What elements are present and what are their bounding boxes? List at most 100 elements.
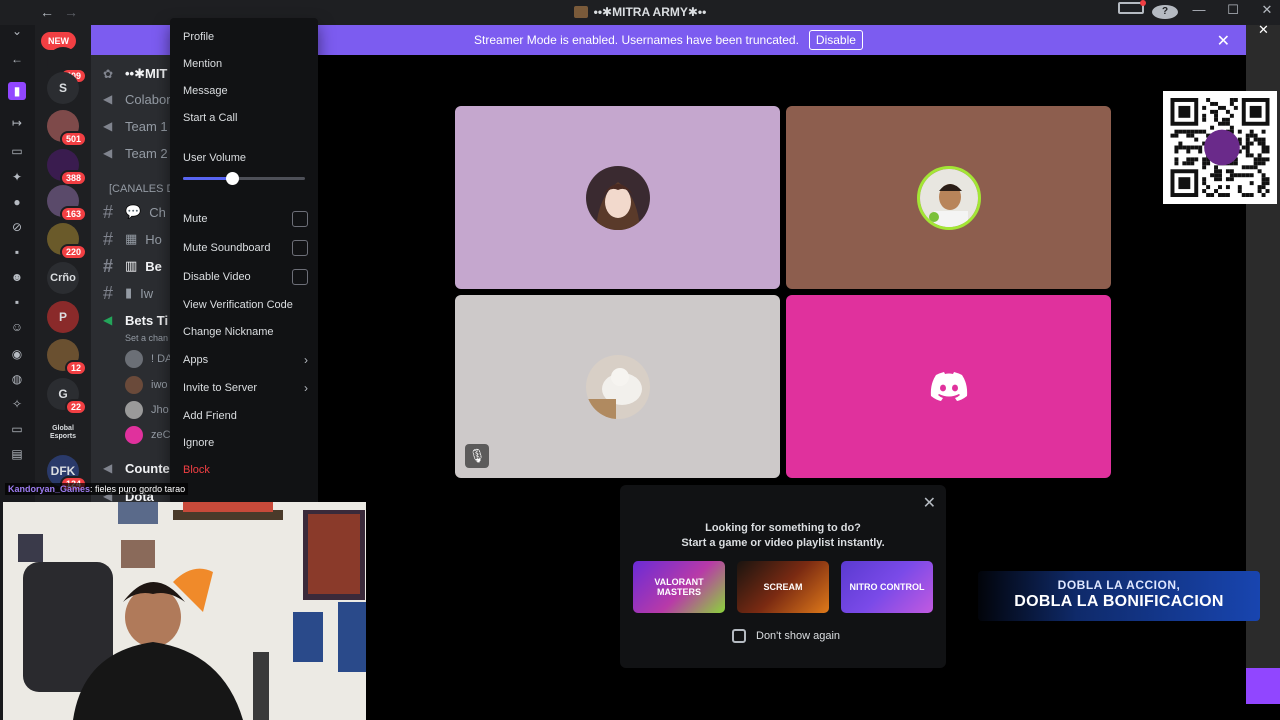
server-icon[interactable]: G 22 <box>47 378 87 415</box>
participant-tile[interactable] <box>786 295 1111 478</box>
speaker-icon: ◀ <box>103 461 113 475</box>
slider-fill <box>183 177 232 180</box>
muted-mic-icon[interactable]: 🎙 <box>465 444 489 468</box>
server-icon[interactable]: Crño <box>47 262 79 294</box>
webcam-feed <box>3 502 366 720</box>
voice-user[interactable]: zeC <box>125 425 171 445</box>
close-window-button[interactable]: ✕ <box>1254 2 1280 19</box>
chart-icon: ▥ <box>125 258 138 273</box>
voice-user[interactable]: Jho <box>125 400 169 420</box>
speaker-icon: ◀ <box>103 92 113 106</box>
avatar <box>125 401 143 419</box>
menu-item-ignore[interactable]: Ignore <box>183 432 308 454</box>
participant-tile[interactable] <box>455 106 780 289</box>
server-icon[interactable]: 501 <box>47 110 87 147</box>
qr-code-overlay <box>1163 91 1277 204</box>
user-volume-slider[interactable] <box>183 172 305 185</box>
close-icon[interactable]: ✕ <box>1258 22 1269 38</box>
speaker-icon: ◀ <box>103 146 113 160</box>
text-channel[interactable]: # 💬 Ch <box>103 201 166 223</box>
close-icon[interactable]: ✕ <box>923 493 936 513</box>
menu-item-mute[interactable]: Mute <box>183 208 308 230</box>
app-icon[interactable]: ☺ <box>8 318 26 336</box>
login-icon[interactable]: ↦ <box>8 114 26 132</box>
participant-tile[interactable]: 🎙 <box>455 295 780 478</box>
app-icon[interactable]: ● <box>8 193 26 211</box>
menu-item-mention[interactable]: Mention <box>183 53 308 75</box>
voice-channel[interactable]: ◀ Counte <box>103 457 170 479</box>
menu-item-start-call[interactable]: Start a Call <box>183 107 308 129</box>
discord-logo-icon <box>930 371 967 401</box>
voice-user[interactable]: iwo <box>125 375 168 395</box>
menu-item-view-verification-code[interactable]: View Verification Code <box>183 294 308 316</box>
app-icon[interactable]: ▪ <box>8 243 26 261</box>
server-icon[interactable]: S <box>47 72 79 104</box>
video-icon[interactable]: ▭ <box>8 420 26 438</box>
video-icon[interactable]: ▭ <box>8 142 26 160</box>
voice-channel[interactable]: ◀ Team 2 <box>103 142 168 164</box>
text-channel[interactable]: # ▦ Ho <box>103 228 162 250</box>
app-icon[interactable]: ▤ <box>8 445 26 463</box>
voice-channel[interactable]: ◀ Team 1 <box>103 115 168 137</box>
server-rail: NEW 409 S 501 388 163 220 Crño P 12 G22 … <box>35 25 91 505</box>
app-icon[interactable]: ⊘ <box>8 218 26 236</box>
server-badge-icon: ✿ <box>103 67 114 81</box>
checkbox[interactable] <box>292 269 308 285</box>
text-channel[interactable]: # ▮ Iw <box>103 282 153 304</box>
dont-show-again[interactable]: Don't show again <box>732 629 840 643</box>
close-icon[interactable]: ✕ <box>1217 31 1230 51</box>
menu-item-block[interactable]: Block <box>183 459 308 481</box>
checkbox[interactable] <box>292 211 308 227</box>
app-icon[interactable]: ☻ <box>8 268 26 286</box>
minimize-button[interactable]: — <box>1186 2 1212 19</box>
twitch-icon[interactable]: ▮ <box>8 82 26 100</box>
app-icon[interactable]: ◉ <box>8 345 26 363</box>
speech-icon: 💬 <box>125 204 142 219</box>
checkbox[interactable] <box>732 629 746 643</box>
hash-icon: # <box>103 255 114 276</box>
voice-user[interactable]: ! DA <box>125 349 172 369</box>
slider-knob[interactable] <box>225 172 239 185</box>
game-card[interactable]: NITRO CONTROL <box>841 561 933 613</box>
menu-item-apps[interactable]: Apps › <box>183 349 308 371</box>
menu-item-add-friend[interactable]: Add Friend <box>183 405 308 427</box>
speaker-icon: ◀ <box>103 313 113 327</box>
menu-item-message[interactable]: Message <box>183 80 308 102</box>
avatar <box>585 354 650 419</box>
category-header[interactable]: [CANALES D <box>109 178 174 200</box>
menu-item-profile[interactable]: Profile <box>183 26 308 48</box>
text-channel[interactable]: # ▥ Be <box>103 255 162 277</box>
ai-icon[interactable]: ✦ <box>8 168 26 186</box>
server-icon[interactable]: 12 <box>47 339 87 376</box>
game-card[interactable]: SCREAM <box>737 561 829 613</box>
app-icon[interactable]: ✧ <box>8 395 26 413</box>
app-icon[interactable]: ◍ <box>8 370 26 388</box>
menu-item-invite-to-server[interactable]: Invite to Server › <box>183 377 308 399</box>
maximize-button[interactable]: ☐ <box>1220 2 1246 19</box>
checkbox[interactable] <box>292 240 308 256</box>
server-icon[interactable]: Global Esports <box>47 417 79 449</box>
server-icon[interactable]: P <box>47 301 79 333</box>
inbox-icon[interactable] <box>1118 0 1146 19</box>
pin-icon: ▮ <box>125 285 133 300</box>
hash-icon: # <box>103 228 114 249</box>
menu-item-change-nickname[interactable]: Change Nickname <box>183 321 308 343</box>
help-icon[interactable]: ? <box>1152 2 1178 19</box>
disable-button[interactable]: Disable <box>808 30 863 50</box>
app-icon[interactable]: ▪ <box>8 293 26 311</box>
avatar <box>125 376 143 394</box>
menu-item-disable-video[interactable]: Disable Video <box>183 266 308 288</box>
activity-subheading: Start a game or video playlist instantly… <box>681 537 885 549</box>
menu-item-mute-soundboard[interactable]: Mute Soundboard <box>183 237 308 259</box>
server-header[interactable]: ✿ ••✱MIT <box>103 63 167 85</box>
voice-channel[interactable]: ◀ Colabor <box>103 88 171 110</box>
back-icon[interactable]: ← <box>8 50 26 68</box>
server-icon[interactable]: 388 <box>47 149 87 186</box>
participant-tile[interactable] <box>786 106 1111 289</box>
server-icon[interactable]: 163 <box>47 185 87 222</box>
voice-status[interactable]: Set a chan <box>125 327 168 349</box>
chevron-right-icon: › <box>304 381 308 395</box>
game-card[interactable]: VALORANT MASTERS <box>633 561 725 613</box>
server-icon[interactable]: 220 <box>47 223 87 260</box>
user-context-menu: Profile Mention Message Start a Call Use… <box>170 18 318 504</box>
